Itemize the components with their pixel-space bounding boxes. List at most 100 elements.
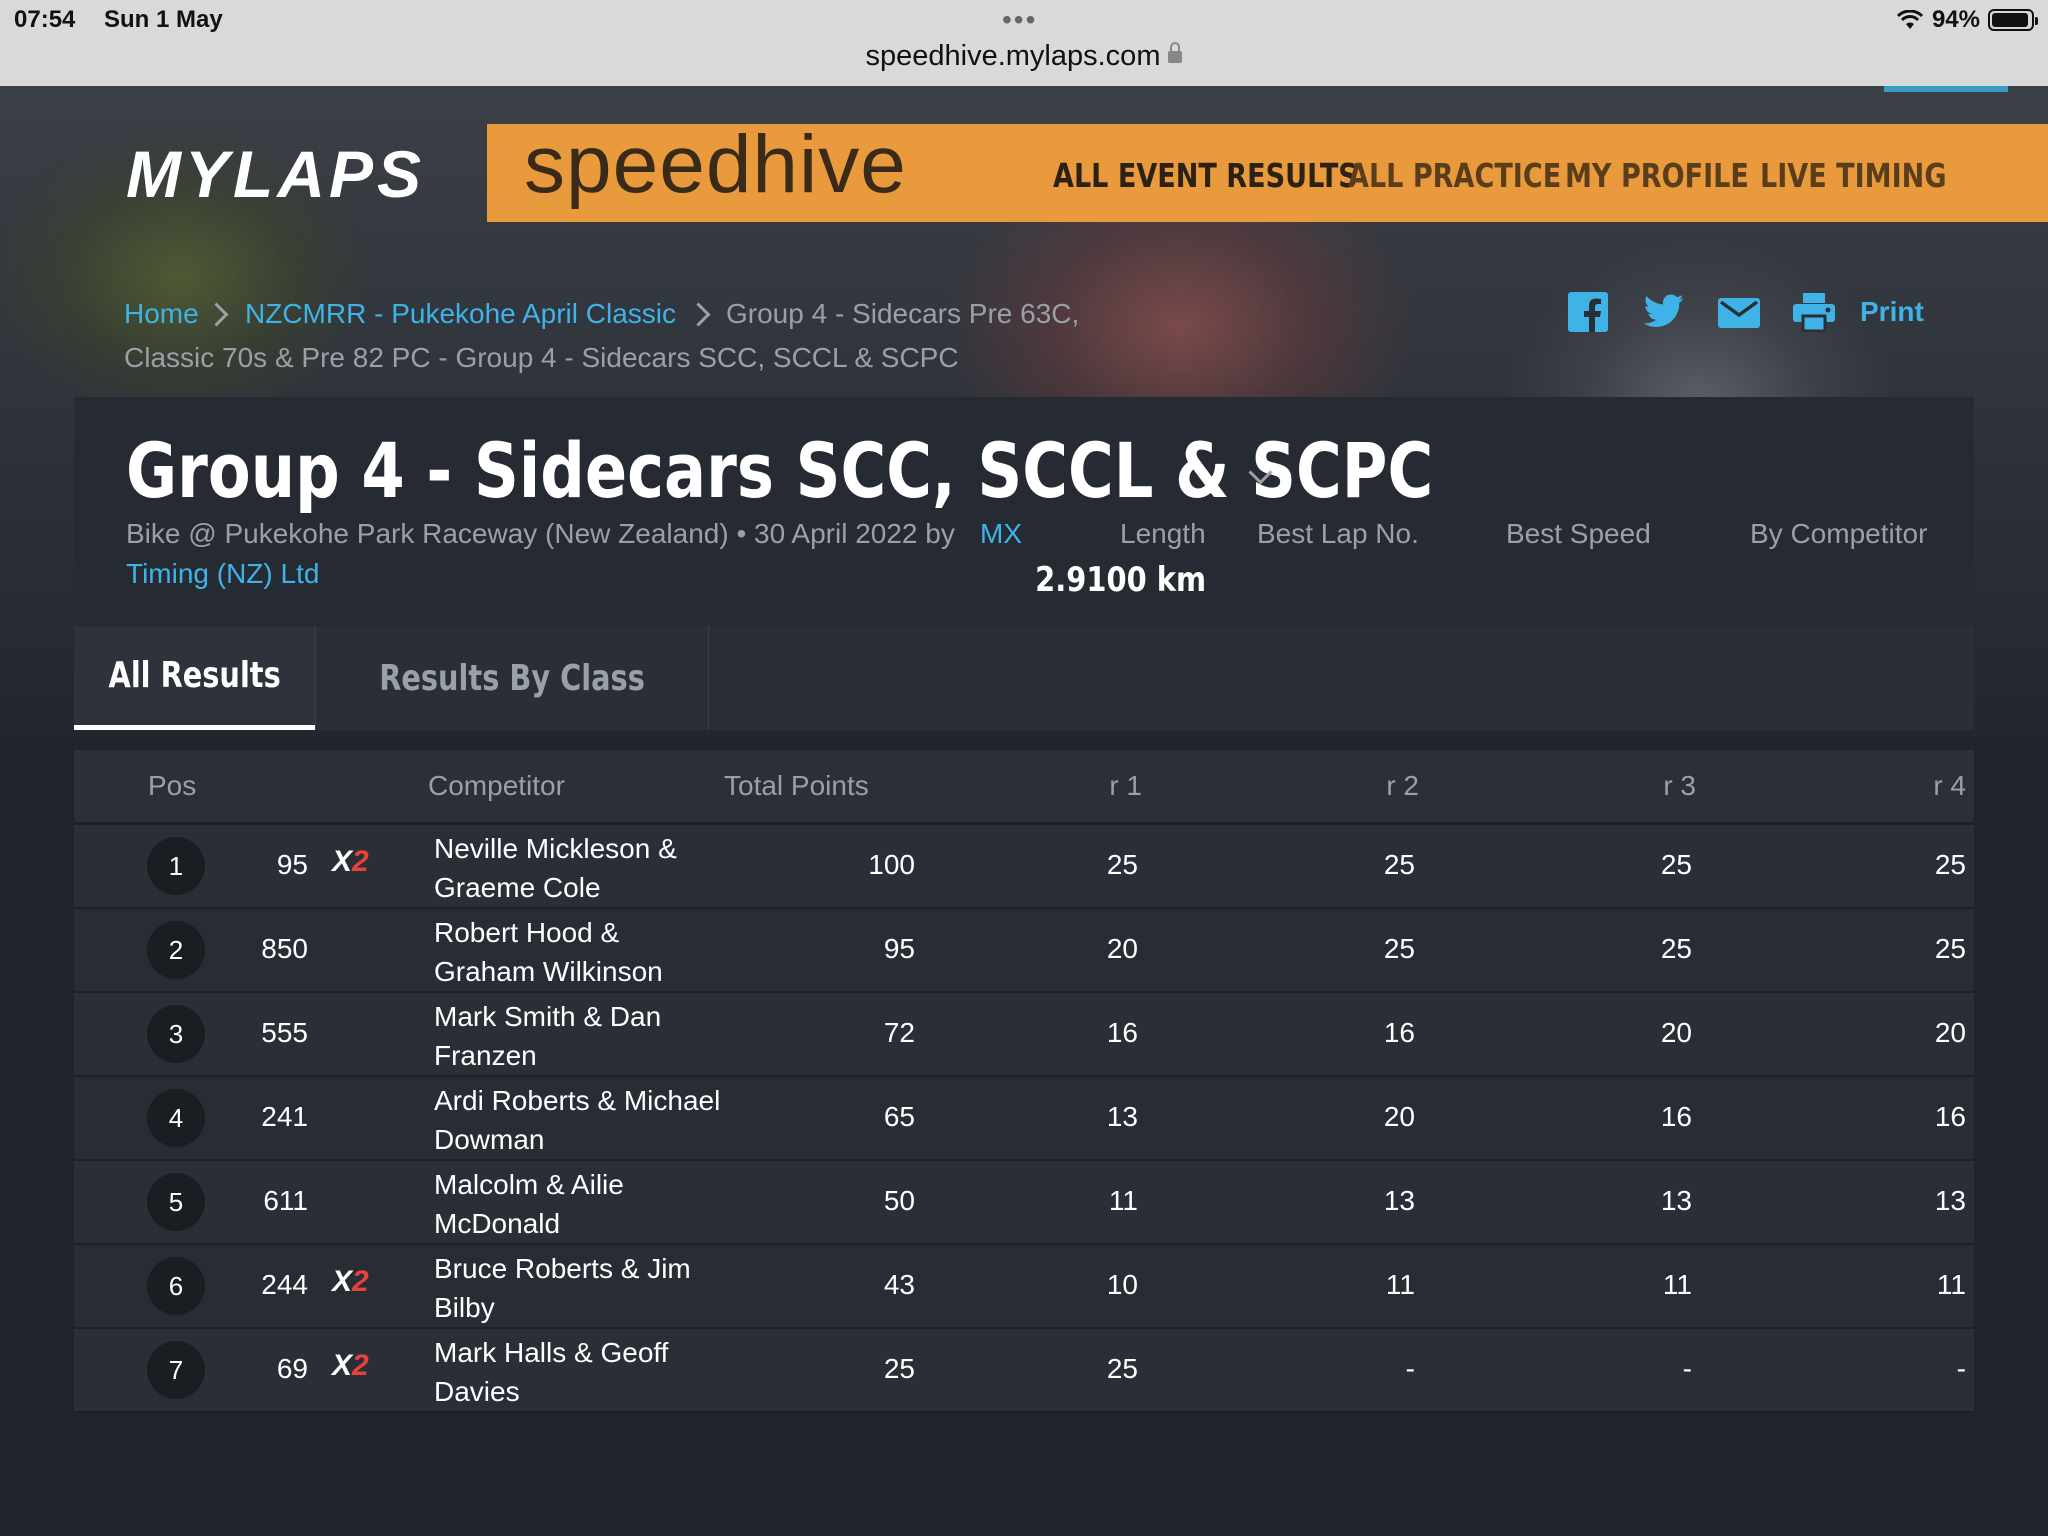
organizer-link-line2[interactable]: Timing (NZ) Ltd xyxy=(126,558,319,590)
lock-icon xyxy=(1168,42,1183,63)
table-row[interactable]: 4 241 Ardi Roberts & Michael Dowman 65 13 20 1… xyxy=(74,1077,1974,1161)
twitter-icon[interactable] xyxy=(1642,292,1684,332)
round-2-points: 25 xyxy=(1383,933,1415,964)
round-1-points: 20 xyxy=(1106,933,1138,964)
competitor-name[interactable]: Neville Mickleson & Graeme Cole xyxy=(434,829,724,907)
tab-all-results[interactable]: All Results xyxy=(74,626,315,730)
length-label: Length xyxy=(1120,518,1206,549)
facebook-icon[interactable] xyxy=(1568,292,1608,332)
competitor-name[interactable]: Bruce Roberts & Jim Bilby xyxy=(434,1249,724,1327)
round-2-points: 11 xyxy=(1385,1269,1415,1300)
nav-all-event-results[interactable]: ALL EVENT RESULTS xyxy=(1053,156,1358,195)
speedhive-logo[interactable]: speedhive xyxy=(524,118,907,212)
multitask-dots-icon[interactable]: ••• xyxy=(1002,4,1037,36)
nav-live-timing[interactable]: LIVE TIMING xyxy=(1760,156,1947,195)
total-points: 72 xyxy=(883,1017,915,1048)
header-r3[interactable]: r 3 xyxy=(1663,770,1696,802)
round-3-points: 13 xyxy=(1660,1185,1692,1216)
competitor-name[interactable]: Ardi Roberts & Michael Dowman xyxy=(434,1081,724,1159)
mylaps-logo[interactable]: MYLAPS xyxy=(126,136,425,212)
table-row[interactable]: 6 244 X2 Bruce Roberts & Jim Bilby 43 10 11 11 1… xyxy=(74,1245,1974,1329)
address-bar[interactable]: speedhive.mylaps.com xyxy=(0,40,2048,73)
sidecar-x2-badge: X2 xyxy=(332,845,369,878)
header-competitor[interactable]: Competitor xyxy=(428,770,565,802)
best-lap-label: Best Lap No. xyxy=(1257,518,1419,549)
print-icon[interactable] xyxy=(1792,292,1835,333)
competitor-name[interactable]: Malcolm & Ailie McDonald xyxy=(434,1165,724,1243)
breadcrumb-session-line2: Classic 70s & Pre 82 PC - Group 4 - Side… xyxy=(124,342,959,373)
round-3-points: - xyxy=(1682,1353,1692,1384)
race-number: 244 xyxy=(261,1269,308,1300)
table-row[interactable]: 1 95 X2 Neville Mickleson & Graeme Cole 100 2… xyxy=(74,825,1974,909)
table-row[interactable]: 3 555 Mark Smith & Dan Franzen 72 16 16 20 20 xyxy=(74,993,1974,1077)
round-3-points: 25 xyxy=(1660,933,1692,964)
round-4-points: 25 xyxy=(1934,849,1966,880)
round-1-points: 13 xyxy=(1106,1101,1138,1132)
organizer-link[interactable]: MX xyxy=(980,518,1022,550)
round-2-points: 13 xyxy=(1383,1185,1415,1216)
table-row[interactable]: 2 850 Robert Hood & Graham Wilkinson 95 20 25… xyxy=(74,909,1974,993)
round-1-points: 25 xyxy=(1106,1353,1138,1384)
header-r1[interactable]: r 1 xyxy=(1109,770,1142,802)
round-3-points: 11 xyxy=(1662,1269,1692,1300)
status-time: 07:54 xyxy=(14,6,76,33)
tab-results-by-class[interactable]: Results By Class xyxy=(315,626,709,730)
table-row[interactable]: 5 611 Malcolm & Ailie McDonald 50 11 13 13 13 xyxy=(74,1161,1974,1245)
nav-my-profile[interactable]: MY PROFILE xyxy=(1565,156,1749,195)
best-speed-label: Best Speed xyxy=(1506,518,1651,549)
breadcrumb-home[interactable]: Home xyxy=(124,298,199,330)
length-value: 2.9100 km xyxy=(1035,560,1206,600)
total-points: 25 xyxy=(883,1353,915,1384)
round-1-points: 25 xyxy=(1106,849,1138,880)
mail-icon[interactable] xyxy=(1718,292,1760,332)
round-4-points: 13 xyxy=(1934,1185,1966,1216)
url-text: speedhive.mylaps.com xyxy=(865,40,1161,72)
round-3-points: 16 xyxy=(1660,1101,1692,1132)
breadcrumb-event[interactable]: NZCMRR - Pukekohe April Classic xyxy=(245,298,676,330)
round-4-points: 11 xyxy=(1936,1269,1966,1300)
round-4-points: 16 xyxy=(1934,1101,1966,1132)
total-points: 65 xyxy=(883,1101,915,1132)
nav-all-practice[interactable]: ALL PRACTICE xyxy=(1348,156,1561,195)
round-3-points: 20 xyxy=(1660,1017,1692,1048)
total-points: 95 xyxy=(883,933,915,964)
round-1-points: 10 xyxy=(1106,1269,1138,1300)
header-r4[interactable]: r 4 xyxy=(1933,770,1966,802)
race-number: 611 xyxy=(263,1185,308,1216)
round-1-points: 16 xyxy=(1106,1017,1138,1048)
table-header: Pos Competitor Total Points r 1 r 2 r 3 … xyxy=(74,750,1974,825)
breadcrumb-session-line1: Group 4 - Sidecars Pre 63C, xyxy=(726,298,1080,329)
header-pos[interactable]: Pos xyxy=(148,770,196,802)
total-points: 43 xyxy=(883,1269,915,1300)
race-number: 69 xyxy=(276,1353,308,1384)
round-2-points: 16 xyxy=(1383,1017,1415,1048)
total-points: 100 xyxy=(868,849,915,880)
round-2-points: 25 xyxy=(1383,849,1415,880)
table-row[interactable]: 7 69 X2 Mark Halls & Geoff Davies 25 25- - - xyxy=(74,1329,1974,1413)
round-4-points: 20 xyxy=(1934,1017,1966,1048)
results-tabs: All Results Results By Class xyxy=(74,626,1974,730)
race-number: 95 xyxy=(276,849,308,880)
hero-accent-strip xyxy=(1884,86,2008,92)
print-link[interactable]: Print xyxy=(1860,296,1924,328)
session-title[interactable]: Group 4 - Sidecars SCC, SCCL & SCPC xyxy=(126,426,1433,515)
results-table: Pos Competitor Total Points r 1 r 2 r 3 … xyxy=(74,750,1974,1413)
race-number: 241 xyxy=(261,1101,308,1132)
by-competitor-label: By Competitor xyxy=(1750,518,1928,549)
total-points: 50 xyxy=(883,1185,915,1216)
table-body: 1 95 X2 Neville Mickleson & Graeme Cole 100 2… xyxy=(74,825,1974,1413)
wifi-icon xyxy=(1896,10,1924,30)
header-r2[interactable]: r 2 xyxy=(1386,770,1419,802)
round-1-points: 11 xyxy=(1108,1185,1138,1216)
header-total-points[interactable]: Total Points xyxy=(724,770,869,802)
competitor-name[interactable]: Robert Hood & Graham Wilkinson xyxy=(434,913,724,991)
round-2-points: - xyxy=(1405,1353,1415,1384)
sidecar-x2-badge: X2 xyxy=(332,1265,369,1298)
status-right: 94% xyxy=(1896,6,2038,34)
battery-percent: 94% xyxy=(1931,6,1980,33)
round-4-points: 25 xyxy=(1934,933,1966,964)
competitor-name[interactable]: Mark Smith & Dan Franzen xyxy=(434,997,724,1075)
competitor-name[interactable]: Mark Halls & Geoff Davies xyxy=(434,1333,724,1411)
race-number: 850 xyxy=(261,933,308,964)
round-2-points: 20 xyxy=(1383,1101,1415,1132)
